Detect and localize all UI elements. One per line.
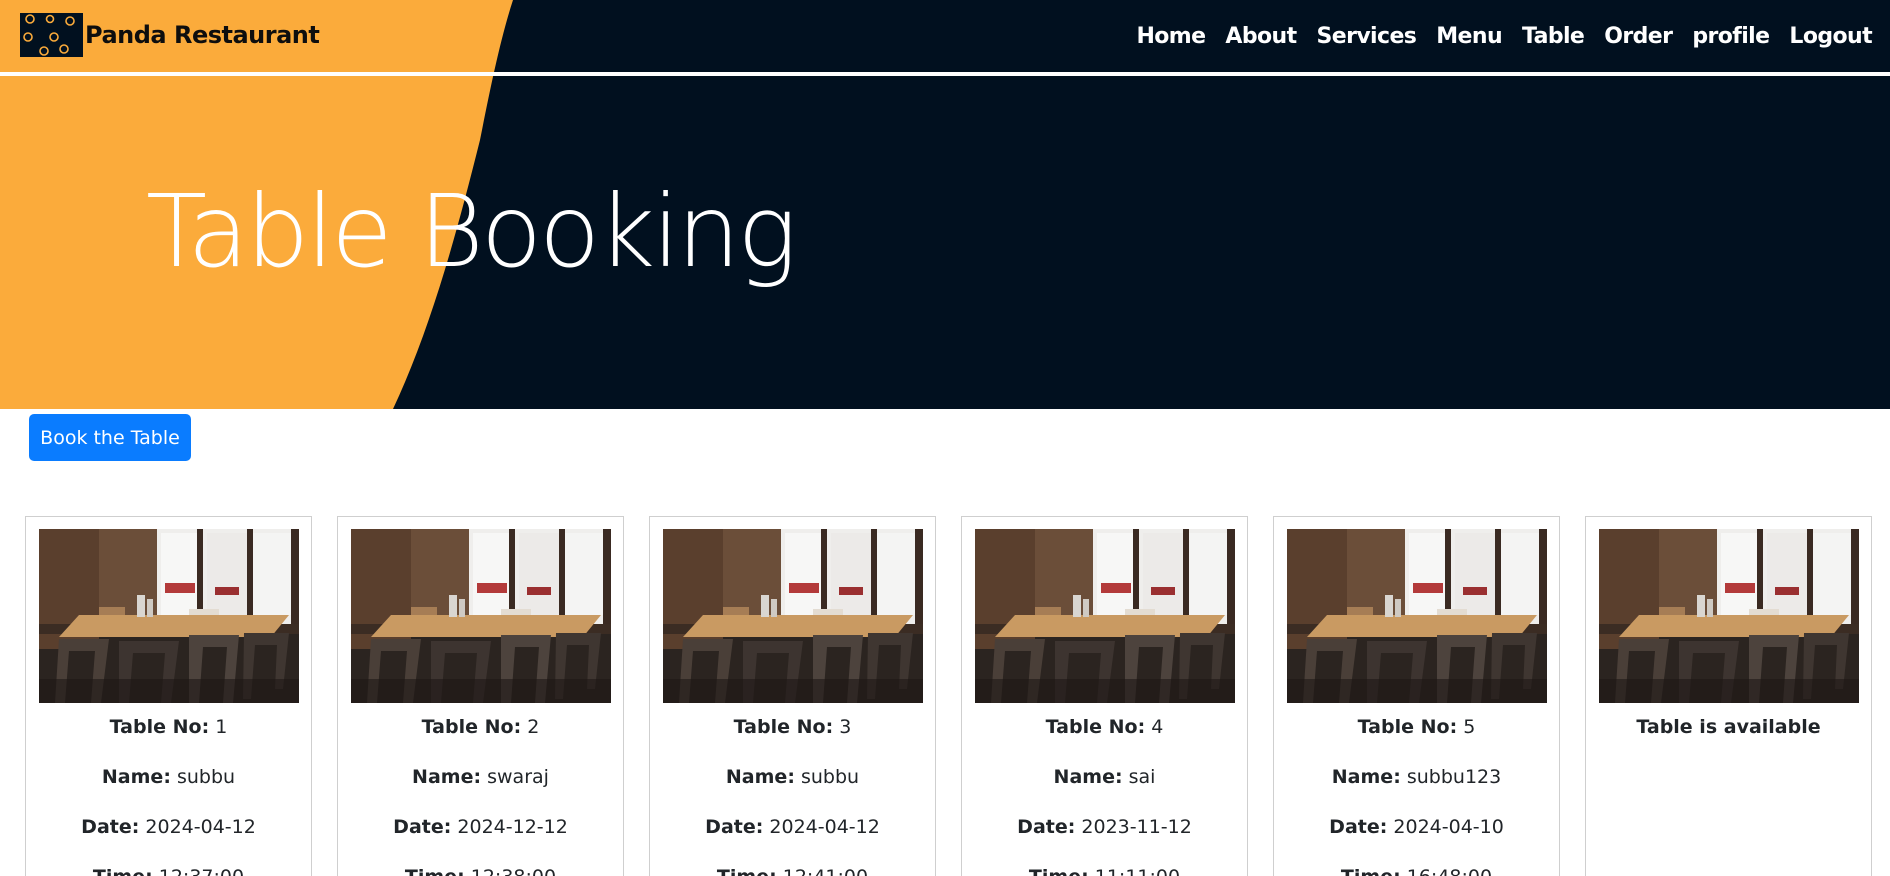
date-value: 2024-12-12 (457, 816, 568, 838)
time-row: Time: 16:48:00 (1274, 857, 1559, 876)
nav-divider (0, 72, 1890, 76)
date-row: Date: 2024-04-10 (1329, 816, 1504, 838)
nav-logout[interactable]: Logout (1789, 24, 1872, 49)
brand-name: Panda Restaurant (85, 21, 320, 49)
table-card: Table No: 4 Name: sai Date: 2023-11-12 T… (961, 516, 1248, 876)
table-photo (1599, 529, 1859, 703)
name-row: Name: subbu (725, 766, 860, 788)
table-card: Table No: 1 Name: subbu Date: 2024-04-12… (25, 516, 312, 876)
time-value: 12:38:00 (471, 866, 556, 876)
nav-order[interactable]: Order (1604, 24, 1673, 49)
nav-menu[interactable]: Menu (1436, 24, 1502, 49)
table-no-value: 2 (527, 716, 540, 738)
table-no-row: Table No: 4 (1045, 716, 1164, 738)
table-no-row: Table No: 3 (733, 716, 852, 738)
name-value: swaraj (487, 766, 549, 788)
table-photo (351, 529, 611, 703)
card-body: Table No: 3 Name: subbu Date: 2024-04-12… (650, 707, 935, 876)
time-value: 12:41:00 (783, 866, 868, 876)
page-title: Table Booking (146, 173, 797, 290)
table-no-row: Table No: 5 (1357, 716, 1476, 738)
book-table-button[interactable]: Book the Table (29, 414, 191, 461)
time-value: 16:48:00 (1407, 866, 1492, 876)
date-value: 2024-04-12 (145, 816, 256, 838)
table-photo (975, 529, 1235, 703)
nav-about[interactable]: About (1225, 24, 1297, 49)
nav-home[interactable]: Home (1136, 24, 1206, 49)
card-body: Table is available (1586, 707, 1871, 757)
name-value: subbu (176, 766, 236, 788)
table-available-text: Table is available (1636, 716, 1821, 738)
name-row: Name: subbu (101, 766, 236, 788)
table-photo (1287, 529, 1547, 703)
table-card: Table No: 2 Name: swaraj Date: 2024-12-1… (337, 516, 624, 876)
name-row: Name: sai (1053, 766, 1156, 788)
date-value: 2023-11-12 (1081, 816, 1192, 838)
name-value: subbu (800, 766, 860, 788)
name-value: sai (1128, 766, 1156, 788)
table-card: Table No: 5 Name: subbu123 Date: 2024-04… (1273, 516, 1560, 876)
name-row: Name: swaraj (412, 766, 549, 788)
time-row: Time: 12:38:00 (338, 857, 623, 876)
card-body: Table No: 5 Name: subbu123 Date: 2024-04… (1274, 707, 1559, 876)
name-row: Name: subbu123 (1331, 766, 1502, 788)
date-row: Date: 2024-04-12 (705, 816, 880, 838)
nav-links: Home About Services Menu Table Order pro… (1136, 16, 1872, 56)
name-value: subbu123 (1406, 766, 1502, 788)
panda-logo-icon (20, 13, 83, 57)
date-row: Date: 2024-12-12 (393, 816, 568, 838)
table-photo (39, 529, 299, 703)
brand[interactable]: Panda Restaurant (20, 12, 320, 58)
nav-services[interactable]: Services (1317, 24, 1417, 49)
navbar: Panda Restaurant Home About Services Men… (0, 0, 1890, 72)
time-value: 11:11:00 (1095, 866, 1180, 876)
time-row: Time: 12:41:00 (650, 857, 935, 876)
table-photo (663, 529, 923, 703)
date-row: Date: 2024-04-12 (81, 816, 256, 838)
available-table-card: Table is available (1585, 516, 1872, 876)
nav-table[interactable]: Table (1522, 24, 1585, 49)
table-no-value: 5 (1463, 716, 1476, 738)
nav-profile[interactable]: profile (1692, 24, 1770, 49)
card-body: Table No: 2 Name: swaraj Date: 2024-12-1… (338, 707, 623, 876)
date-value: 2024-04-12 (769, 816, 880, 838)
table-cards: Table No: 1 Name: subbu Date: 2024-04-12… (0, 516, 1890, 876)
card-body: Table No: 4 Name: sai Date: 2023-11-12 T… (962, 707, 1247, 876)
time-row: Time: 11:11:00 (962, 857, 1247, 876)
time-value: 12:37:00 (159, 866, 244, 876)
table-no-row: Table No: 1 (109, 716, 228, 738)
table-card: Table No: 3 Name: subbu Date: 2024-04-12… (649, 516, 936, 876)
table-no-value: 4 (1151, 716, 1164, 738)
card-body: Table No: 1 Name: subbu Date: 2024-04-12… (26, 707, 311, 876)
table-no-row: Table No: 2 (421, 716, 540, 738)
date-value: 2024-04-10 (1393, 816, 1504, 838)
table-no-value: 3 (839, 716, 852, 738)
table-no-value: 1 (215, 716, 228, 738)
date-row: Date: 2023-11-12 (1017, 816, 1192, 838)
time-row: Time: 12:37:00 (26, 857, 311, 876)
